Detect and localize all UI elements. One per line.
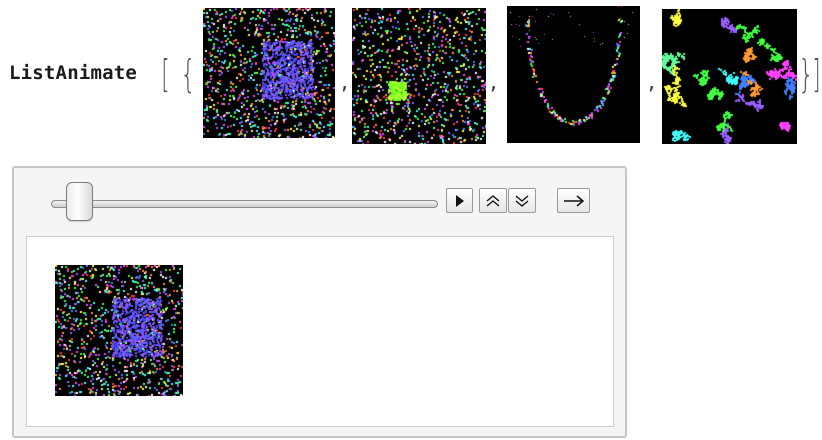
animation-display-area xyxy=(26,236,614,427)
current-frame-image xyxy=(55,265,183,396)
comma: , xyxy=(490,70,497,95)
play-icon xyxy=(455,194,465,207)
input-cell[interactable]: ListAnimate [ { , , , } ] xyxy=(0,0,822,150)
slower-button[interactable] xyxy=(508,188,536,213)
frame-slider-track[interactable] xyxy=(51,200,438,208)
open-brace: { xyxy=(180,52,196,96)
thumbnail-frame-2 xyxy=(352,8,486,144)
open-bracket: [ xyxy=(161,52,170,96)
play-button[interactable] xyxy=(446,188,473,213)
thumbnail-frame-4 xyxy=(662,9,797,144)
double-chevron-down-icon xyxy=(514,194,530,208)
comma: , xyxy=(341,70,348,95)
arrow-right-icon xyxy=(563,194,585,207)
double-chevron-up-icon xyxy=(485,194,501,208)
faster-button[interactable] xyxy=(479,188,507,213)
function-name: ListAnimate xyxy=(9,62,138,84)
comma: , xyxy=(648,70,655,95)
thumbnail-frame-3 xyxy=(507,6,640,143)
direction-button[interactable] xyxy=(557,188,590,213)
frame-slider-thumb[interactable] xyxy=(66,182,93,221)
close-bracket: ] xyxy=(812,52,821,96)
thumbnail-frame-1 xyxy=(203,8,335,138)
list-animate-panel xyxy=(12,166,627,438)
